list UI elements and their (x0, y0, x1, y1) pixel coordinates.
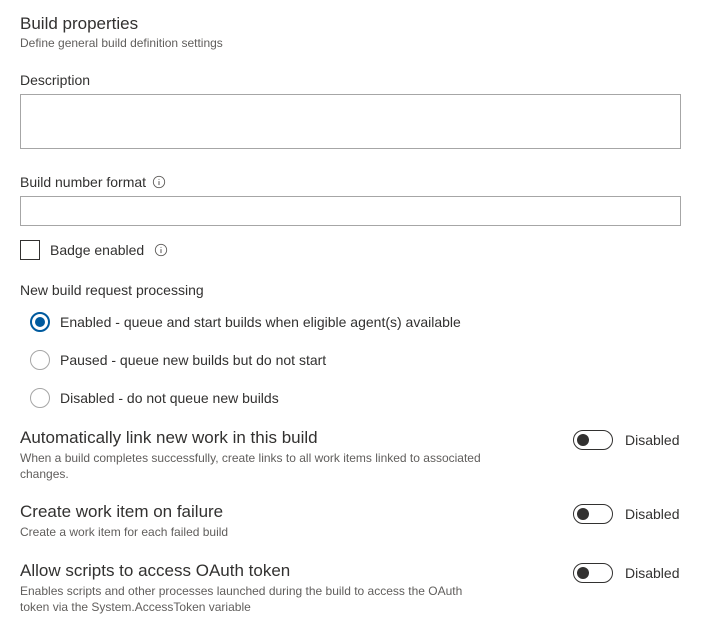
toggle-oauth[interactable] (573, 563, 613, 583)
info-icon[interactable] (154, 243, 168, 257)
toggle-state-auto-link: Disabled (625, 432, 681, 448)
toggle-work-item-failure[interactable] (573, 504, 613, 524)
radio-option-disabled[interactable]: Disabled - do not queue new builds (30, 388, 681, 408)
request-processing-group: Enabled - queue and start builds when el… (20, 312, 681, 408)
toggle-desc-work-item-failure: Create a work item for each failed build (20, 524, 490, 540)
toggle-title-work-item-failure: Create work item on failure (20, 502, 557, 522)
radio-label: Disabled - do not queue new builds (60, 390, 279, 406)
toggle-state-work-item-failure: Disabled (625, 506, 681, 522)
radio-icon (30, 350, 50, 370)
radio-label: Enabled - queue and start builds when el… (60, 314, 461, 330)
toggle-auto-link[interactable] (573, 430, 613, 450)
info-icon[interactable] (152, 175, 166, 189)
radio-option-paused[interactable]: Paused - queue new builds but do not sta… (30, 350, 681, 370)
request-processing-label: New build request processing (20, 282, 681, 298)
page-title: Build properties (20, 14, 681, 34)
toggle-desc-oauth: Enables scripts and other processes laun… (20, 583, 490, 615)
radio-icon (30, 312, 50, 332)
description-label: Description (20, 72, 681, 88)
toggle-desc-auto-link: When a build completes successfully, cre… (20, 450, 490, 482)
badge-enabled-checkbox[interactable] (20, 240, 40, 260)
radio-label: Paused - queue new builds but do not sta… (60, 352, 326, 368)
build-number-format-label: Build number format (20, 174, 146, 190)
description-input[interactable] (20, 94, 681, 149)
toggle-state-oauth: Disabled (625, 565, 681, 581)
radio-icon (30, 388, 50, 408)
build-number-format-input[interactable] (20, 196, 681, 226)
badge-enabled-label: Badge enabled (50, 242, 144, 258)
toggle-title-oauth: Allow scripts to access OAuth token (20, 561, 557, 581)
toggle-title-auto-link: Automatically link new work in this buil… (20, 428, 557, 448)
page-subtitle: Define general build definition settings (20, 36, 681, 50)
radio-option-enabled[interactable]: Enabled - queue and start builds when el… (30, 312, 681, 332)
